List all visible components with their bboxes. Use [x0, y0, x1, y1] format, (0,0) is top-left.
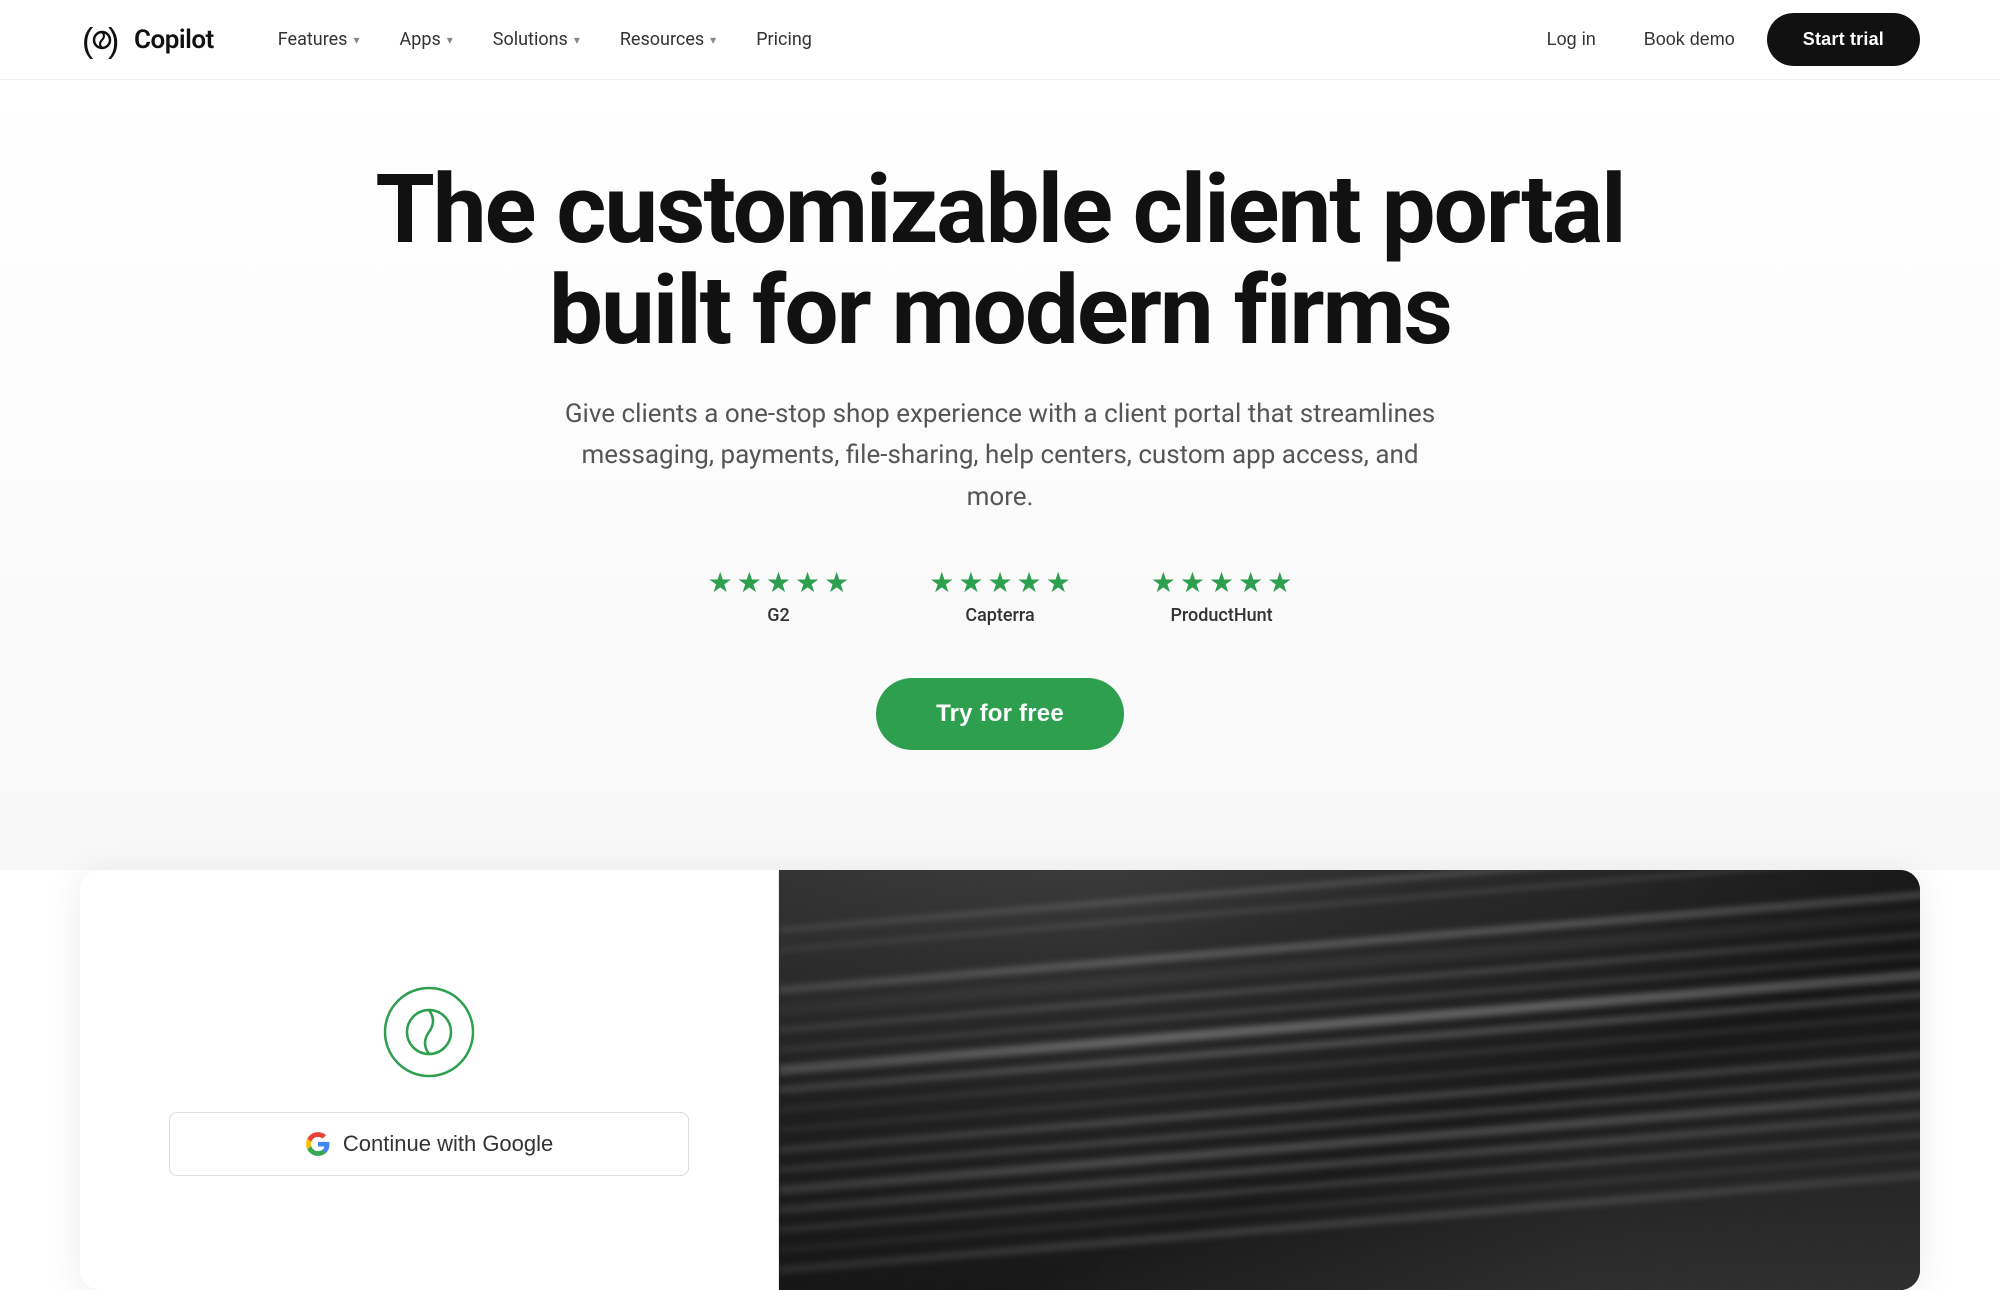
star-3: ★: [1209, 566, 1234, 599]
rating-g2: ★ ★ ★ ★ ★ G2: [708, 566, 850, 626]
start-trial-button[interactable]: Start trial: [1767, 13, 1920, 66]
decorative-lines: [779, 870, 1920, 1290]
svg-text:): ): [108, 22, 119, 60]
copilot-icon-large: [381, 984, 477, 1080]
star-2: ★: [1180, 566, 1205, 599]
chevron-down-icon: ▾: [447, 33, 453, 47]
book-demo-button[interactable]: Book demo: [1628, 21, 1751, 58]
navbar: ( ) Copilot Features ▾ Apps ▾ Solutions …: [0, 0, 2000, 80]
g2-label: G2: [767, 605, 790, 626]
star-1: ★: [1151, 566, 1176, 599]
try-free-button[interactable]: Try for free: [876, 678, 1124, 750]
continue-with-google-button[interactable]: Continue with Google: [169, 1112, 689, 1176]
star-2: ★: [737, 566, 762, 599]
preview-login-card: Continue with Google: [80, 870, 779, 1290]
star-4: ★: [795, 566, 820, 599]
nav-links: Features ▾ Apps ▾ Solutions ▾ Resources …: [262, 21, 828, 58]
rating-producthunt: ★ ★ ★ ★ ★ ProductHunt: [1151, 566, 1293, 626]
lines-background: [779, 870, 1920, 1290]
star-3: ★: [987, 566, 1012, 599]
capterra-stars: ★ ★ ★ ★ ★: [929, 566, 1071, 599]
hero-title: The customizable client portal built for…: [300, 160, 1700, 362]
hero-subtitle: Give clients a one-stop shop experience …: [550, 394, 1450, 519]
capterra-label: Capterra: [965, 605, 1034, 626]
chevron-down-icon: ▾: [353, 33, 359, 47]
star-1: ★: [708, 566, 733, 599]
star-3: ★: [766, 566, 791, 599]
rating-capterra: ★ ★ ★ ★ ★ Capterra: [929, 566, 1071, 626]
star-4: ★: [1238, 566, 1263, 599]
star-5: ★: [824, 566, 849, 599]
star-5: ★: [1267, 566, 1292, 599]
google-icon: [305, 1131, 331, 1157]
nav-right: Log in Book demo Start trial: [1531, 13, 1920, 66]
producthunt-label: ProductHunt: [1170, 605, 1272, 626]
login-button[interactable]: Log in: [1531, 21, 1612, 58]
nav-link-resources[interactable]: Resources ▾: [604, 21, 732, 58]
svg-text:(: (: [82, 22, 94, 60]
logo-icon: ( ): [80, 18, 124, 62]
logo-wordmark: Copilot: [134, 25, 214, 55]
preview-image: [779, 870, 1920, 1290]
nav-link-pricing[interactable]: Pricing: [740, 21, 828, 58]
g2-stars: ★ ★ ★ ★ ★: [708, 566, 850, 599]
star-1: ★: [929, 566, 954, 599]
nav-left: ( ) Copilot Features ▾ Apps ▾ Solutions …: [80, 18, 828, 62]
ratings-group: ★ ★ ★ ★ ★ G2 ★ ★ ★ ★ ★ Capterra ★ ★: [708, 566, 1293, 626]
preview-container: Continue with Google: [80, 870, 1920, 1290]
producthunt-stars: ★ ★ ★ ★ ★: [1151, 566, 1293, 599]
nav-link-solutions[interactable]: Solutions ▾: [477, 21, 596, 58]
hero-section: The customizable client portal built for…: [0, 80, 2000, 870]
star-4: ★: [1017, 566, 1042, 599]
continue-google-label: Continue with Google: [343, 1131, 553, 1157]
logo[interactable]: ( ) Copilot: [80, 18, 214, 62]
star-2: ★: [958, 566, 983, 599]
preview-section: Continue with Google: [0, 870, 2000, 1290]
chevron-down-icon: ▾: [710, 33, 716, 47]
chevron-down-icon: ▾: [574, 33, 580, 47]
nav-link-features[interactable]: Features ▾: [262, 21, 376, 58]
nav-link-apps[interactable]: Apps ▾: [384, 21, 469, 58]
star-5: ★: [1046, 566, 1071, 599]
